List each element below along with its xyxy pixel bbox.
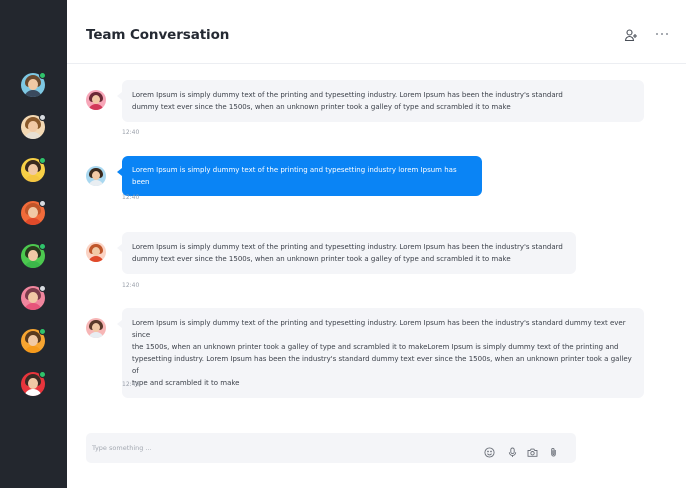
message-text-line: the 1500s, when an unknown printer took … [132,343,619,351]
contact-avatar[interactable] [21,371,46,396]
camera-button[interactable] [527,443,538,457]
emoji-icon [484,447,495,458]
more-options-icon [656,33,658,35]
add-user-icon [624,29,637,42]
contact-avatar[interactable] [21,200,46,225]
message-input[interactable] [92,441,462,455]
contact-avatar[interactable] [21,243,46,268]
message-text-line: typesetting industry. Lorem Ipsum has be… [132,355,632,375]
message-text-line: type and scrambled it to make [132,379,240,387]
message-avatar [86,318,106,338]
contact-avatar[interactable] [21,328,46,353]
message-time: 12:40 [122,381,140,388]
message-text-line: Lorem Ipsum is simply dummy text of the … [132,166,457,186]
contact-avatar[interactable] [21,114,46,139]
add-user-button[interactable] [624,27,638,42]
status-dot [39,243,46,250]
message-bubble-received: Lorem Ipsum is simply dummy text of the … [117,80,644,122]
message-time: 12:40 [122,194,140,201]
microphone-button[interactable] [507,443,518,457]
status-dot [39,157,46,164]
contact-avatar[interactable] [21,285,46,310]
attachment-button[interactable] [548,443,559,457]
status-dot [39,285,46,292]
message-bubble-received: Lorem Ipsum is simply dummy text of the … [117,232,576,274]
status-dot [39,200,46,207]
page-title: Team Conversation [86,27,230,43]
status-dot [39,328,46,335]
microphone-icon [508,447,517,457]
attachment-icon [551,448,556,457]
message-text-line: Lorem Ipsum is simply dummy text of the … [132,319,626,339]
status-dot [39,114,46,121]
message-time: 12:40 [122,129,140,136]
message-bubble-received: Lorem Ipsum is simply dummy text of the … [117,308,644,398]
emoji-button[interactable] [484,443,495,458]
more-options-button[interactable] [655,27,669,41]
status-dot [39,72,46,79]
message-time: 12:40 [122,282,140,289]
conversation-header: Team Conversation [67,0,686,64]
message-text-line: Lorem Ipsum is simply dummy text of the … [132,91,563,99]
message-composer [86,433,576,463]
status-dot [39,371,46,378]
message-avatar [86,242,106,262]
contact-avatar[interactable] [21,72,46,97]
contacts-sidebar [0,0,67,488]
message-bubble-sent: Lorem Ipsum is simply dummy text of the … [117,156,482,196]
message-text-line: dummy text ever since the 1500s, when an… [132,103,511,111]
message-text-line: dummy text ever since the 1500s, when an… [132,255,511,263]
message-avatar [86,166,106,186]
message-avatar [86,90,106,110]
message-text-line: Lorem Ipsum is simply dummy text of the … [132,243,563,251]
contact-avatar[interactable] [21,157,46,182]
camera-icon [527,448,538,457]
